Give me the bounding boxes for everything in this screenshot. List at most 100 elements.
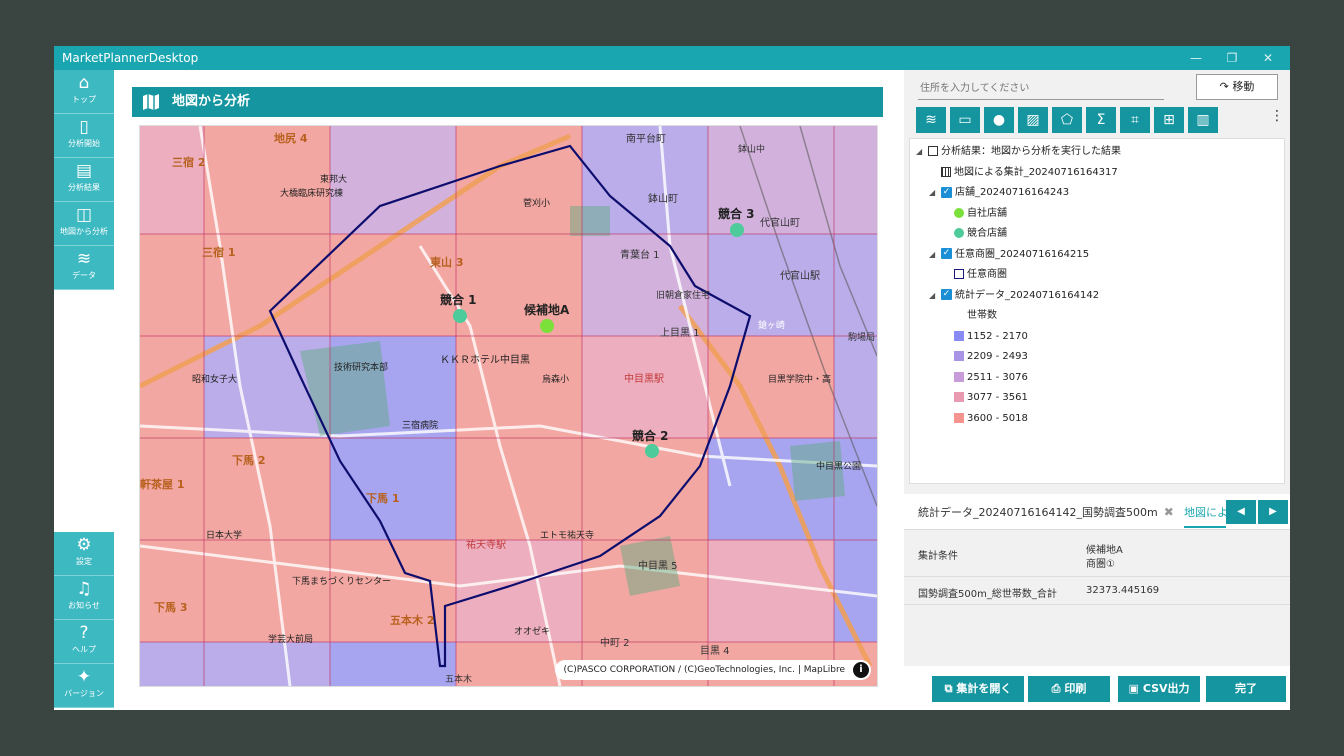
- map-label: 鎗ヶ崎: [758, 319, 785, 331]
- expand-arrow-icon[interactable]: ◢: [929, 287, 941, 305]
- sidebar-item-settings[interactable]: ⚙ 設定: [54, 532, 114, 576]
- legend-swatch: [954, 371, 964, 382]
- map-label: ＫＫＲホテル中目黒: [440, 353, 530, 366]
- sum-tool-button[interactable]: Σ: [1086, 107, 1116, 133]
- layer-checkbox[interactable]: ✓: [941, 186, 952, 198]
- tree-item[interactable]: ◢ ✓ 店舗_20240716164243: [929, 184, 1069, 202]
- tree-item[interactable]: 3077 - 3561: [942, 389, 1028, 407]
- sidebar-item-top[interactable]: ⌂ トップ: [54, 70, 114, 114]
- tree-item[interactable]: 自社店舗: [942, 205, 1007, 223]
- tree-item-label: 任意商圏: [967, 269, 1007, 280]
- close-button[interactable]: ✕: [1250, 46, 1286, 70]
- tree-item[interactable]: ◢ ✓ 統計データ_20240716164142: [929, 287, 1099, 305]
- sidebar-item-version[interactable]: ✦ バージョン: [54, 664, 114, 708]
- page-title: 地図から分析: [172, 94, 251, 109]
- grid-table-icon: [941, 166, 951, 177]
- store-icon: ▭: [958, 112, 972, 128]
- result-tabs: 統計データ_20240716164142_国勢調査500m✖ 地図による集計 ◀…: [904, 494, 1290, 530]
- sidebar-item-map-analysis[interactable]: ◫ 地図から分析: [54, 202, 114, 246]
- tab-statistics[interactable]: 統計データ_20240716164142_国勢調査500m ✖: [918, 504, 1174, 520]
- layer-checkbox[interactable]: ✓: [941, 248, 952, 259]
- store-tool-button[interactable]: ▭: [950, 107, 980, 133]
- tree-item-label: 任意商圏_20240716164215: [955, 248, 1090, 260]
- expand-arrow-icon[interactable]: ◢: [929, 246, 941, 264]
- gear-icon: ⚙: [76, 535, 92, 555]
- tree-item[interactable]: 任意商圏: [942, 266, 1007, 284]
- chart-tool-button[interactable]: ▥: [1188, 107, 1218, 133]
- tab-map-aggregation[interactable]: 地図による集計: [1184, 504, 1226, 528]
- competitor-marker-3[interactable]: [730, 223, 744, 237]
- sidebar: ⌂ トップ ▯ 分析開始 ▤ 分析結果 ◫ 地図から分析 ≋ データ ⚙ 設定 ♫ お知らせ …: [54, 70, 114, 710]
- map-label: 中町 2: [600, 636, 630, 649]
- grid-cell: [330, 234, 456, 336]
- select-area-tool-button[interactable]: ⌗: [1120, 107, 1150, 133]
- tree-item[interactable]: 2511 - 3076: [942, 369, 1028, 387]
- competitor-marker-2[interactable]: [645, 444, 659, 458]
- minimize-button[interactable]: —: [1178, 46, 1214, 70]
- external-open-icon: ⧉: [944, 682, 953, 695]
- sidebar-item-results[interactable]: ▤ 分析結果: [54, 158, 114, 202]
- map-label: 下馬 3: [154, 601, 187, 614]
- move-button[interactable]: ↷ 移動: [1196, 74, 1278, 100]
- grid-cell: [330, 126, 456, 234]
- done-button[interactable]: 完了: [1206, 676, 1286, 702]
- sidebar-item-notifications[interactable]: ♫ お知らせ: [54, 576, 114, 620]
- sidebar-item-new-analysis[interactable]: ▯ 分析開始: [54, 114, 114, 158]
- map-label: 南平台町: [626, 132, 666, 145]
- layers-tool-button[interactable]: ≋: [916, 107, 946, 133]
- print-button[interactable]: ⎙ 印刷: [1028, 676, 1110, 702]
- tab-prev-button[interactable]: ◀: [1226, 500, 1256, 524]
- sidebar-item-data[interactable]: ≋ データ: [54, 246, 114, 290]
- polygon-icon: ⬠: [1060, 112, 1074, 128]
- layer-checkbox[interactable]: ✓: [941, 289, 952, 300]
- address-input[interactable]: [918, 78, 1164, 100]
- bell-icon: ♫: [76, 579, 92, 599]
- tree-item[interactable]: ◢ 分析結果：地図から分析を実行した結果: [916, 143, 1121, 161]
- maximize-button[interactable]: ❐: [1214, 46, 1250, 70]
- grid-cell: [204, 126, 330, 234]
- crop-icon: ⊞: [1163, 112, 1175, 128]
- grid-cell: [140, 336, 204, 438]
- grid-cell: [456, 438, 582, 540]
- tree-item[interactable]: 2209 - 2493: [942, 348, 1028, 366]
- tree-item[interactable]: 世帯数: [942, 307, 997, 325]
- tree-item[interactable]: 3600 - 5018: [942, 410, 1028, 428]
- map-label: 目黒学院中・高: [768, 373, 831, 385]
- person-tool-button[interactable]: ●: [984, 107, 1014, 133]
- title-bar: MarketPlannerDesktop — ❐ ✕: [54, 46, 1290, 70]
- competitor-marker-1[interactable]: [453, 309, 467, 323]
- grid-cell: [708, 336, 834, 438]
- expand-arrow-icon[interactable]: ◢: [929, 184, 941, 202]
- hatch-tool-button[interactable]: ▨: [1018, 107, 1048, 133]
- tree-item[interactable]: 競合店舗: [942, 225, 1007, 243]
- polygon-tool-button[interactable]: ⬠: [1052, 107, 1082, 133]
- grid-cell: [456, 234, 582, 336]
- tree-item[interactable]: 地図による集計_20240716164317: [929, 164, 1118, 182]
- map-label: 競合 1: [440, 292, 477, 307]
- chevron-right-icon: ▶: [1269, 506, 1277, 517]
- map-label: 中目黒公園: [816, 460, 861, 472]
- database-icon: ≋: [76, 249, 92, 269]
- map-canvas[interactable]: 地尻 4 三宿 2 東邦大大橋臨床研究棟菅刈小 南平台町鉢山町 鉢山中三宿 1 東山 3 青…: [140, 126, 877, 686]
- chart-icon: ▥: [1196, 112, 1210, 128]
- file-export-icon: ▣: [1128, 682, 1139, 695]
- map-label: 大橋臨床研究棟: [280, 187, 343, 199]
- tree-item[interactable]: 1152 - 2170: [942, 328, 1028, 346]
- map-label: 代官山町: [760, 216, 800, 229]
- tree-item[interactable]: ◢ ✓ 任意商圏_20240716164215: [929, 246, 1089, 264]
- tab-next-button[interactable]: ▶: [1258, 500, 1288, 524]
- expand-arrow-icon[interactable]: ◢: [916, 143, 928, 161]
- sparkle-icon: ✦: [76, 667, 92, 687]
- map-label: 下馬まちづくりセンター: [292, 576, 391, 587]
- sidebar-item-help[interactable]: ? ヘルプ: [54, 620, 114, 664]
- csv-export-button[interactable]: ▣ CSV出力: [1118, 676, 1200, 702]
- map-label: 上目黒 1: [660, 327, 700, 339]
- info-icon[interactable]: i: [853, 662, 869, 678]
- legend-swatch: [954, 392, 964, 402]
- map-view[interactable]: 地尻 4 三宿 2 東邦大 大橋臨床研究棟 菅刈小 南平台町 鉢山町 鉢山中 三宿 1 東山 3 青…: [140, 126, 877, 686]
- open-aggregation-button[interactable]: ⧉ 集計を開く: [932, 676, 1024, 702]
- close-tab-icon[interactable]: ✖: [1164, 505, 1174, 519]
- more-menu-icon[interactable]: ⋮: [1270, 108, 1284, 124]
- crop-tool-button[interactable]: ⊞: [1154, 107, 1184, 133]
- candidate-marker-a[interactable]: [540, 319, 554, 333]
